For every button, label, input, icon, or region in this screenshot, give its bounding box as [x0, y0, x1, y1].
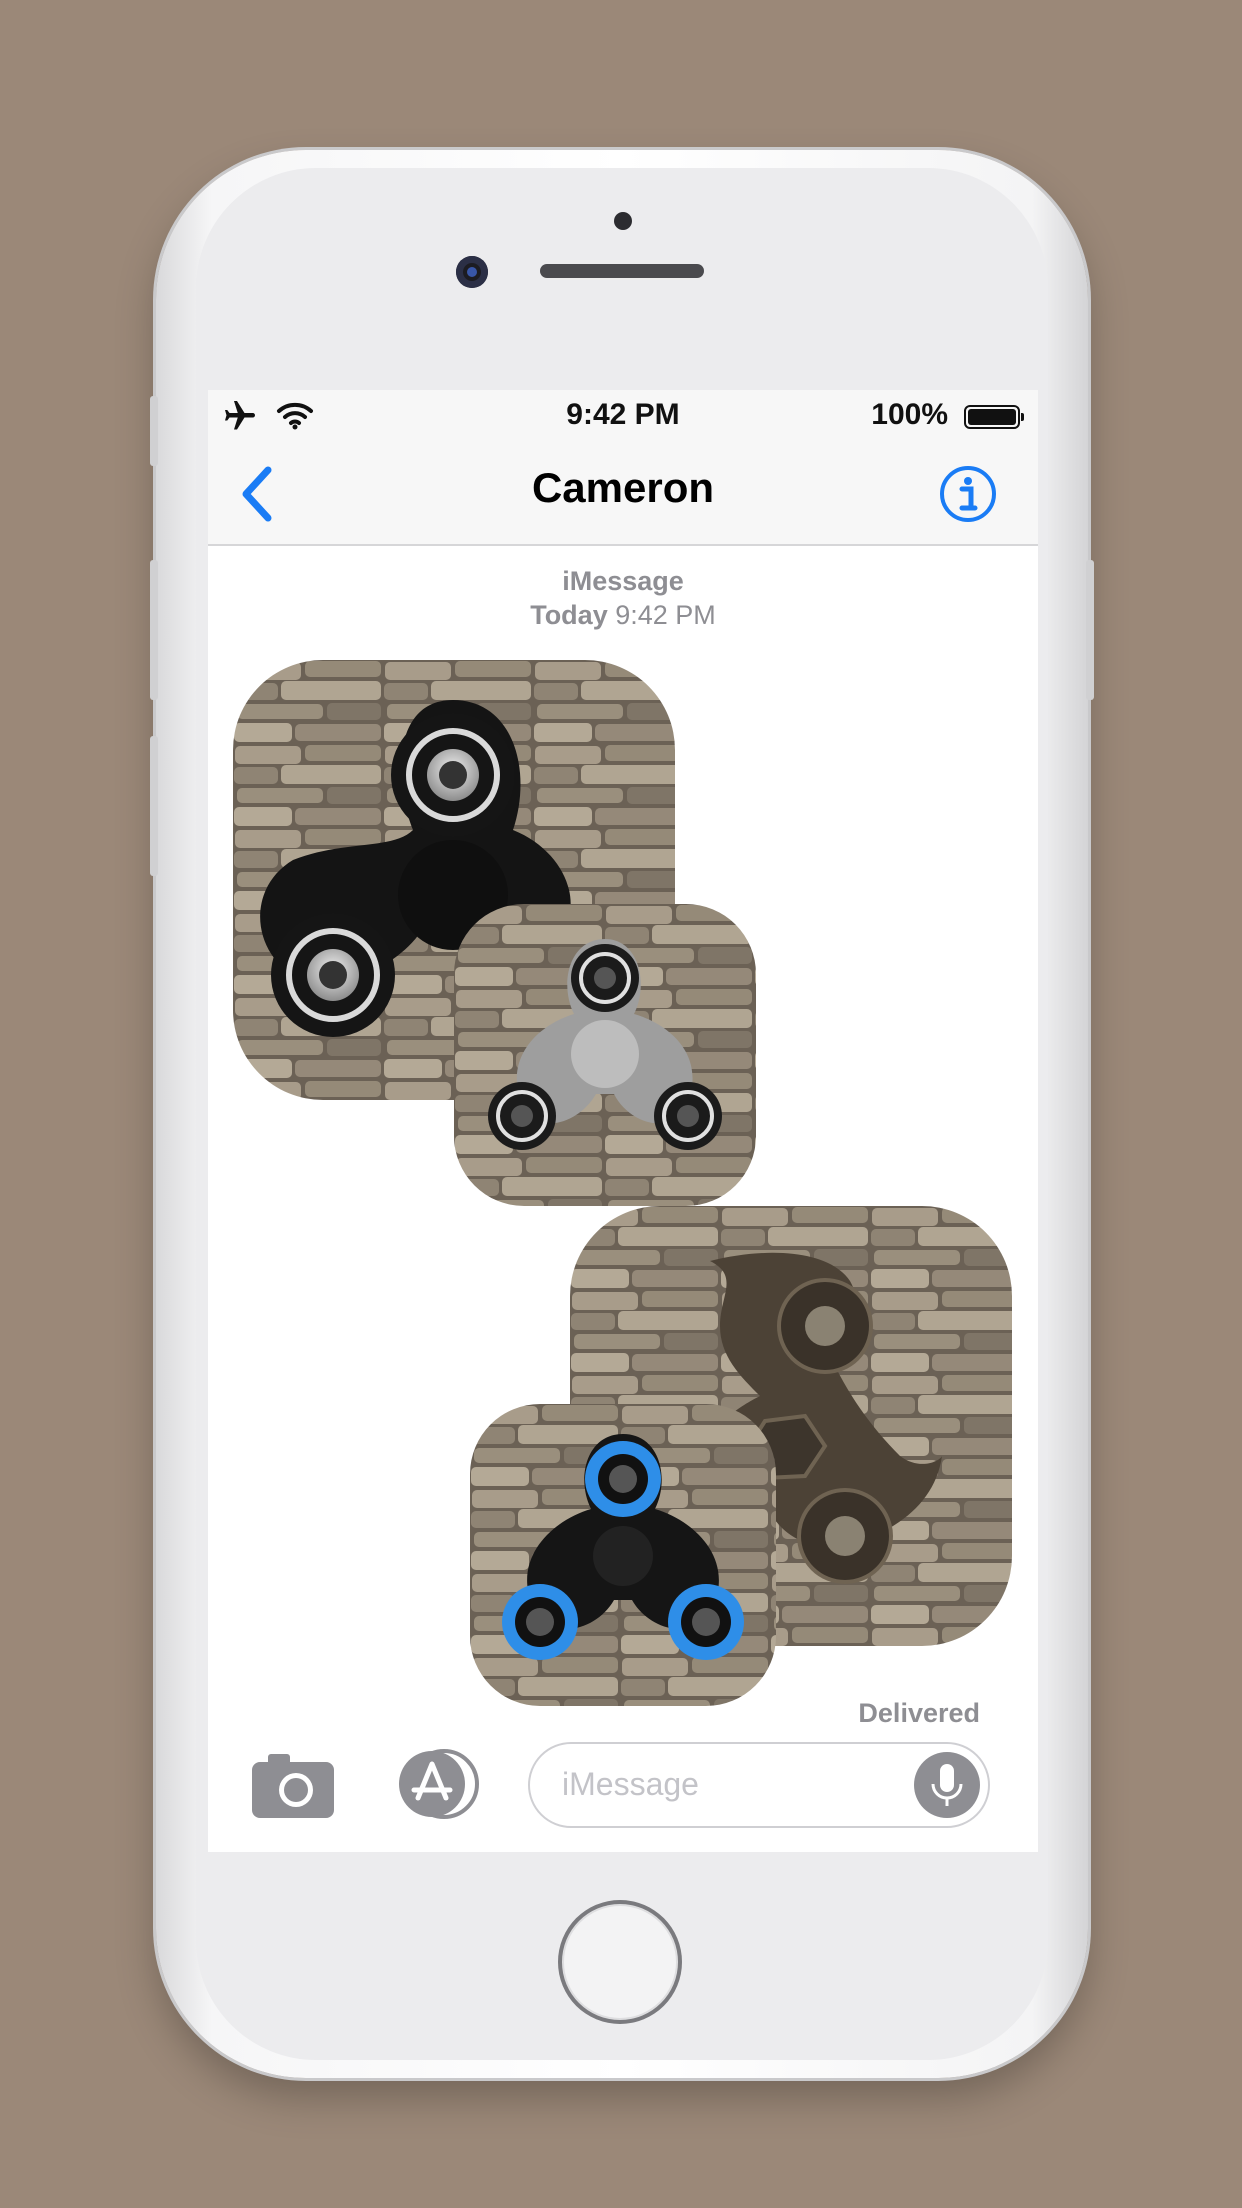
messages-screen: 9:42 PM 100% Cameron iMessage Today 9:42…: [208, 390, 1038, 1852]
input-bar: iMessage: [208, 1738, 1038, 1852]
timestamp-time: 9:42 PM: [615, 600, 716, 630]
timestamp-day: Today: [530, 600, 608, 630]
status-bar: 9:42 PM 100%: [208, 390, 1038, 442]
sticker-gray-spinner[interactable]: [454, 904, 756, 1206]
camera-icon[interactable]: [250, 1750, 336, 1820]
app-store-icon[interactable]: [388, 1748, 480, 1820]
earpiece: [540, 264, 704, 278]
timestamp: Today 9:42 PM: [208, 600, 1038, 631]
navigation-bar: Cameron: [208, 442, 1038, 546]
info-icon[interactable]: [938, 464, 998, 524]
microphone-icon: [931, 1764, 963, 1806]
message-input[interactable]: iMessage: [528, 1742, 990, 1828]
proximity-sensor: [614, 212, 632, 230]
service-label: iMessage: [562, 566, 684, 596]
battery-icon: [964, 405, 1024, 429]
message-placeholder: iMessage: [562, 1766, 699, 1802]
contact-name[interactable]: Cameron: [208, 464, 1038, 512]
volume-down-button: [150, 736, 158, 876]
sticker-blue-spinner[interactable]: [470, 1404, 776, 1706]
volume-up-button: [150, 560, 158, 700]
power-button: [1086, 560, 1094, 700]
mute-switch: [150, 396, 158, 466]
front-camera: [456, 256, 488, 288]
home-button[interactable]: [558, 1900, 682, 2024]
microphone-button[interactable]: [914, 1752, 980, 1818]
battery-percent: 100%: [871, 398, 948, 431]
delivered-status: Delivered: [858, 1698, 980, 1728]
